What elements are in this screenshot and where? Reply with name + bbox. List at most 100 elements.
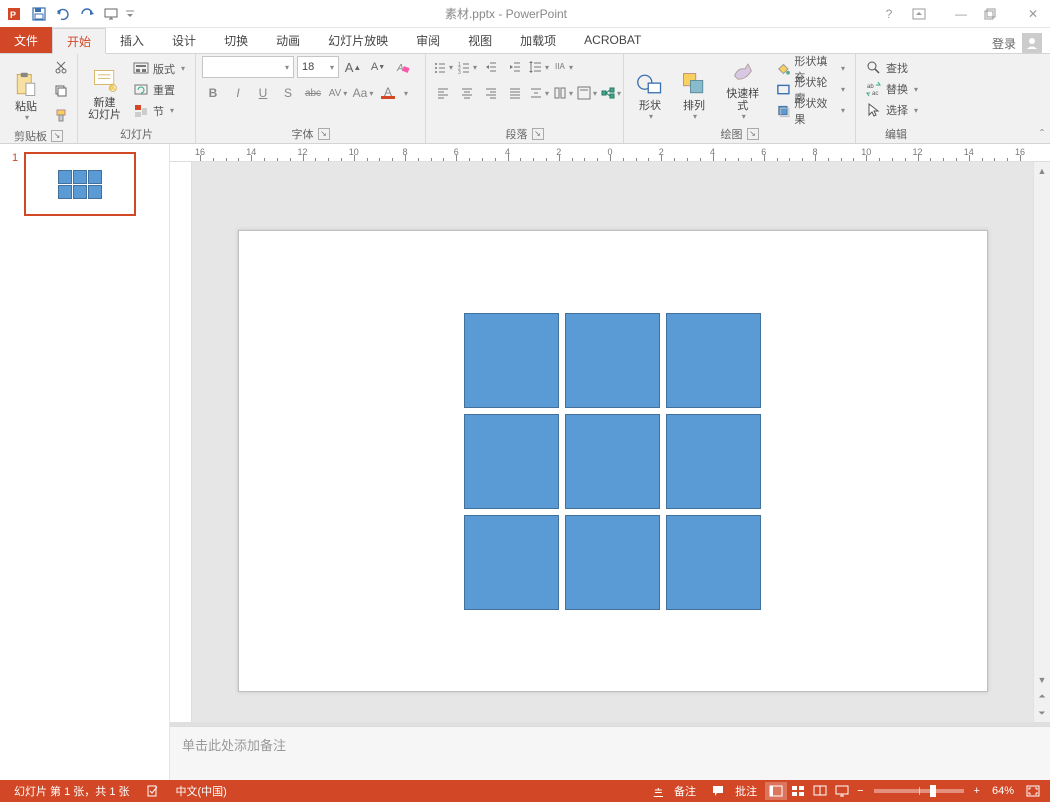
- redo-button[interactable]: [76, 3, 98, 25]
- line-spacing-button[interactable]: ▾: [528, 56, 550, 78]
- slide-1[interactable]: [238, 230, 988, 692]
- qat-customize-button[interactable]: [124, 3, 136, 25]
- justify-button[interactable]: [504, 82, 526, 104]
- tab-view[interactable]: 视图: [454, 27, 506, 53]
- reset-button[interactable]: 重置: [129, 80, 189, 100]
- normal-view-button[interactable]: [765, 782, 787, 800]
- font-launcher[interactable]: ↘: [318, 128, 330, 140]
- tab-review[interactable]: 审阅: [402, 27, 454, 53]
- align-center-button[interactable]: [456, 82, 478, 104]
- bullets-button[interactable]: ▾: [432, 56, 454, 78]
- italic-button[interactable]: I: [227, 82, 249, 104]
- comments-toggle[interactable]: 批注: [704, 783, 765, 799]
- align-right-button[interactable]: [480, 82, 502, 104]
- vertical-ruler[interactable]: [170, 162, 192, 722]
- arrange-button[interactable]: 排列▾: [674, 57, 714, 123]
- bold-button[interactable]: B: [202, 82, 224, 104]
- clear-formatting-button[interactable]: A: [392, 56, 414, 78]
- shape-rectangle[interactable]: [565, 313, 660, 408]
- zoom-thumb[interactable]: [930, 785, 936, 797]
- columns-button[interactable]: ▾: [552, 82, 574, 104]
- collapse-ribbon-button[interactable]: ˆ: [1040, 127, 1044, 141]
- scroll-down-button[interactable]: ▼: [1034, 671, 1050, 688]
- quick-styles-button[interactable]: 快速样式▾: [718, 57, 768, 123]
- grow-font-button[interactable]: A▲: [342, 56, 364, 78]
- shape-rectangle[interactable]: [666, 414, 761, 509]
- tab-acrobat[interactable]: ACROBAT: [570, 27, 655, 53]
- font-name-combo[interactable]: ▾: [202, 56, 294, 78]
- shape-rectangle[interactable]: [464, 515, 559, 610]
- notes-toggle[interactable]: ≐ 备注: [646, 783, 704, 799]
- tab-slideshow[interactable]: 幻灯片放映: [314, 27, 402, 53]
- align-text-button[interactable]: ▾: [576, 82, 598, 104]
- shape-rectangle[interactable]: [666, 313, 761, 408]
- paragraph-launcher[interactable]: ↘: [532, 128, 544, 140]
- text-direction-button[interactable]: IIA▾: [552, 56, 574, 78]
- zoom-percent[interactable]: 64%: [984, 785, 1022, 797]
- shape-rectangle[interactable]: [464, 414, 559, 509]
- cut-button[interactable]: [50, 56, 72, 78]
- save-button[interactable]: [28, 3, 50, 25]
- shape-rectangle[interactable]: [565, 414, 660, 509]
- underline-button[interactable]: U: [252, 82, 274, 104]
- font-size-combo[interactable]: 18▾: [297, 56, 339, 78]
- tab-file[interactable]: 文件: [0, 27, 52, 53]
- slide-canvas[interactable]: [192, 162, 1033, 722]
- find-button[interactable]: 查找: [862, 58, 912, 78]
- tab-insert[interactable]: 插入: [106, 27, 158, 53]
- zoom-slider[interactable]: [874, 789, 964, 793]
- tab-transitions[interactable]: 切换: [210, 27, 262, 53]
- tab-addins[interactable]: 加载项: [506, 27, 570, 53]
- strike-button[interactable]: abc: [302, 82, 324, 104]
- tab-home[interactable]: 开始: [52, 28, 106, 54]
- numbering-button[interactable]: 123▾: [456, 56, 478, 78]
- restore-button[interactable]: [984, 8, 1010, 20]
- tab-animations[interactable]: 动画: [262, 27, 314, 53]
- slideshow-view-button[interactable]: [831, 782, 853, 800]
- sorter-view-button[interactable]: [787, 782, 809, 800]
- scroll-up-button[interactable]: ▲: [1034, 162, 1050, 179]
- smartart-button[interactable]: ▾: [600, 82, 622, 104]
- copy-button[interactable]: [50, 80, 72, 102]
- decrease-indent-button[interactable]: [480, 56, 502, 78]
- zoom-out-button[interactable]: −: [853, 785, 867, 797]
- paste-button[interactable]: 粘贴 ▾: [6, 58, 46, 124]
- align-left-button[interactable]: [432, 82, 454, 104]
- close-button[interactable]: ✕: [1020, 7, 1046, 21]
- select-button[interactable]: 选择▾: [862, 100, 922, 120]
- increase-indent-button[interactable]: [504, 56, 526, 78]
- slide-count[interactable]: 幻灯片 第 1 张，共 1 张: [6, 783, 138, 799]
- drawing-launcher[interactable]: ↘: [747, 128, 759, 140]
- section-button[interactable]: 节▾: [129, 101, 189, 121]
- minimize-button[interactable]: —: [948, 7, 974, 21]
- shrink-font-button[interactable]: A▼: [367, 56, 389, 78]
- zoom-in-button[interactable]: +: [970, 785, 984, 797]
- slide-thumbnail-1[interactable]: [24, 152, 136, 216]
- shape-rectangle[interactable]: [565, 515, 660, 610]
- font-color-menu[interactable]: ▾: [404, 89, 408, 98]
- shape-rectangle[interactable]: [464, 313, 559, 408]
- distribute-button[interactable]: ▾: [528, 82, 550, 104]
- shape-rectangle[interactable]: [666, 515, 761, 610]
- replace-button[interactable]: abac替换▾: [862, 79, 922, 99]
- shadow-button[interactable]: S: [277, 82, 299, 104]
- language-button[interactable]: 中文(中国): [168, 783, 235, 799]
- shapes-button[interactable]: 形状▾: [630, 57, 670, 123]
- new-slide-button[interactable]: 新建 幻灯片: [84, 57, 125, 123]
- format-painter-button[interactable]: [50, 104, 72, 126]
- undo-button[interactable]: [52, 3, 74, 25]
- font-color-button[interactable]: A: [377, 82, 399, 104]
- next-slide-button[interactable]: ⏷: [1034, 705, 1050, 722]
- login-control[interactable]: 登录: [992, 33, 1050, 53]
- vertical-scrollbar[interactable]: ▲ ▼ ⏶ ⏷: [1033, 162, 1050, 722]
- tab-design[interactable]: 设计: [158, 27, 210, 53]
- layout-button[interactable]: 版式▾: [129, 59, 189, 79]
- spellcheck-button[interactable]: [138, 784, 168, 798]
- reading-view-button[interactable]: [809, 782, 831, 800]
- horizontal-ruler[interactable]: 1614121086420246810121416: [170, 144, 1050, 162]
- shape-effects-button[interactable]: 形状效果▾: [772, 101, 849, 121]
- start-show-button[interactable]: [100, 3, 122, 25]
- char-spacing-button[interactable]: AV▾: [327, 82, 349, 104]
- thumbnail-pane[interactable]: 1: [0, 144, 170, 780]
- fit-to-window-button[interactable]: [1022, 782, 1044, 800]
